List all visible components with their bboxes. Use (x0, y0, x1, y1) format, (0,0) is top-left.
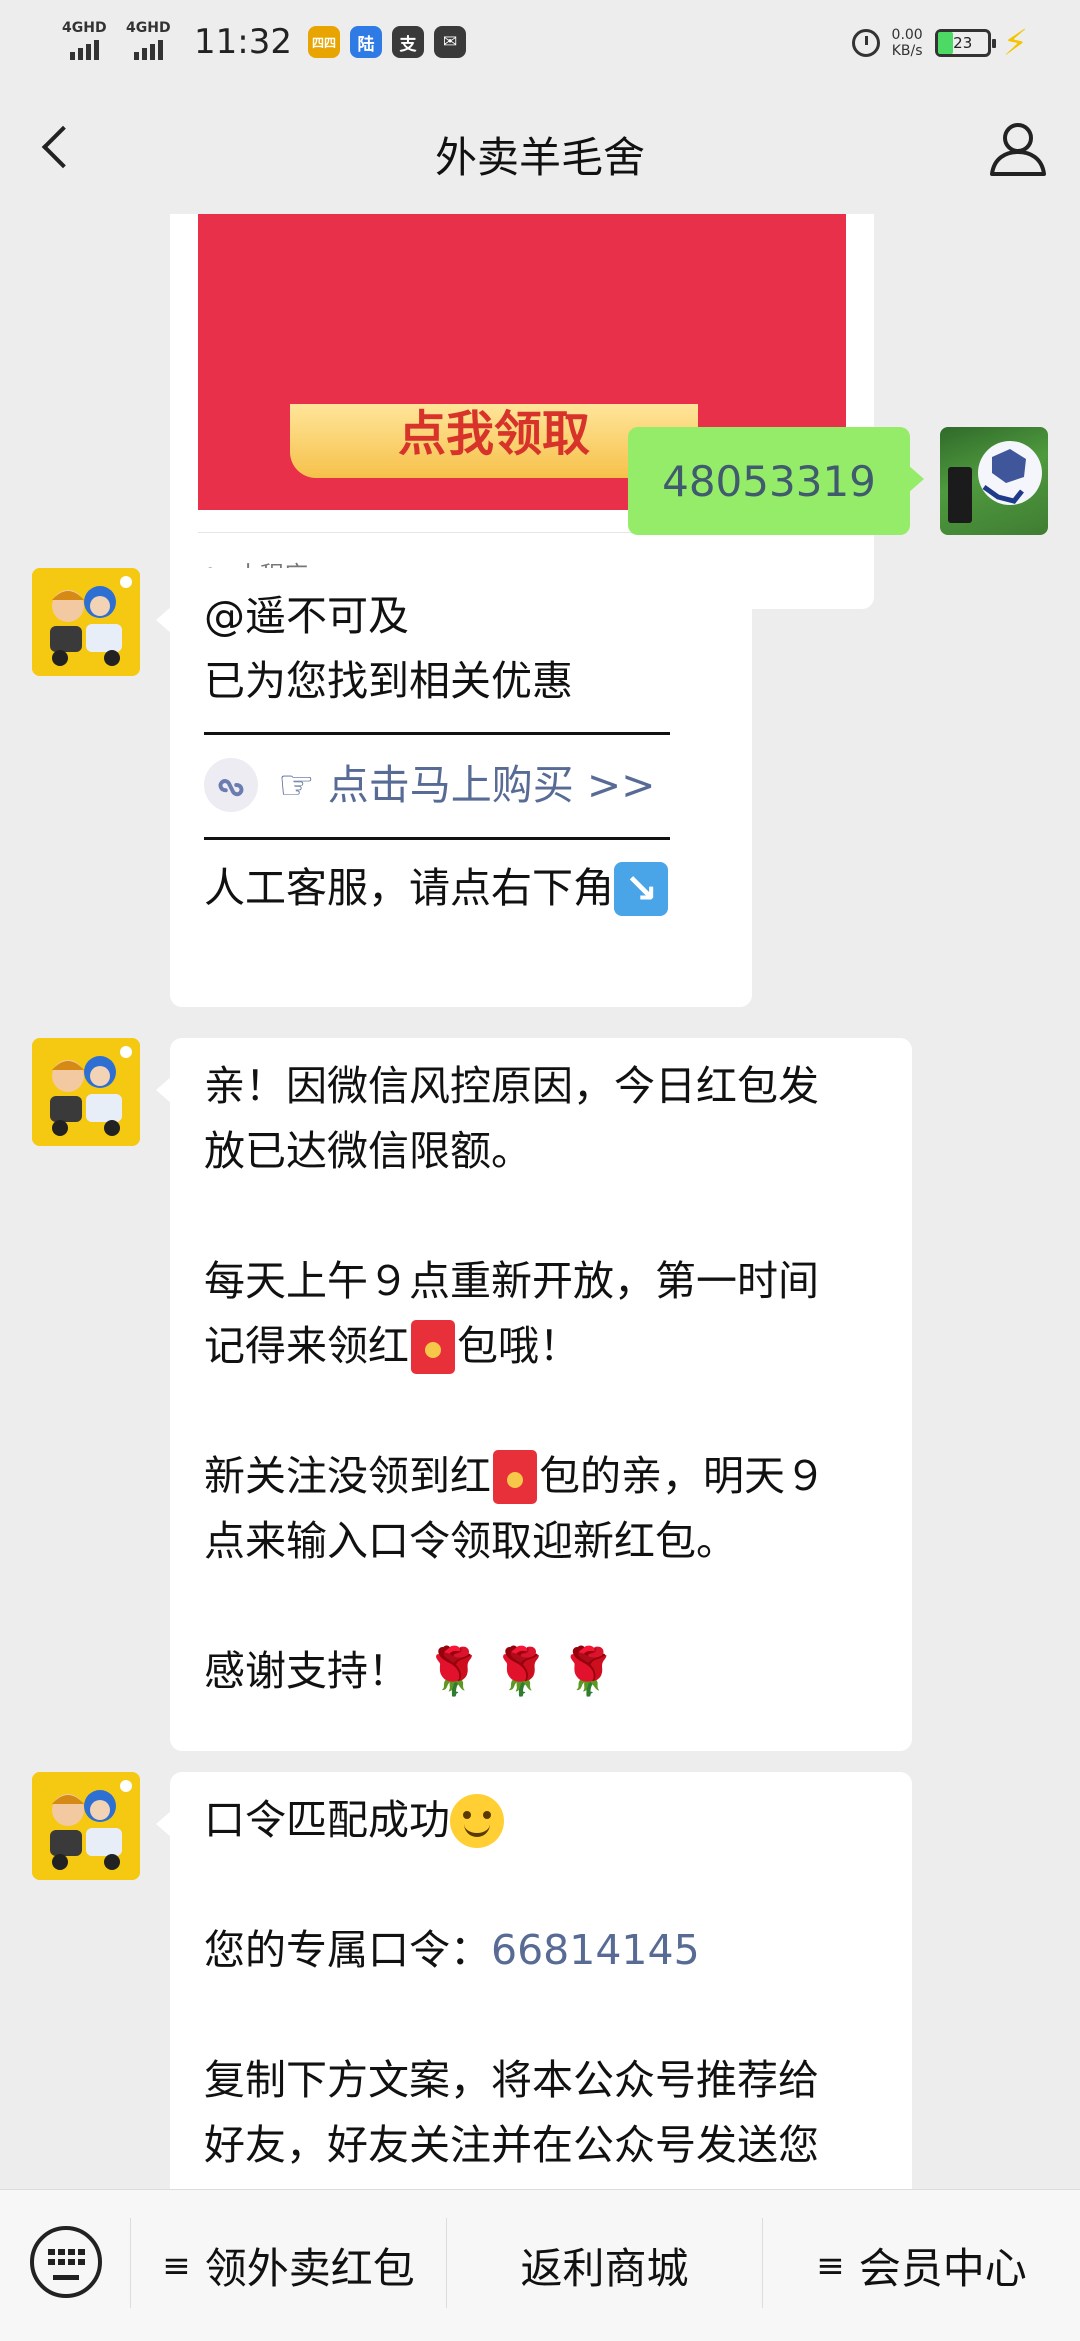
battery-icon: 23 (934, 29, 996, 57)
menu-item-fanli-shangcheng[interactable]: 返利商城 (447, 2190, 762, 2341)
buy-now-link[interactable]: ☞ 点击马上购买 >> (278, 753, 656, 818)
message-line: 放已达微信限额。 (204, 1127, 532, 1175)
message-line: 包哦！ (457, 1322, 580, 1370)
menu-hamburger-icon: ≡ (816, 2245, 845, 2286)
down-right-arrow-emoji: ↘ (614, 861, 668, 916)
red-envelope-emoji (493, 1449, 537, 1504)
message-line: 人工客服，请点右下角 (204, 864, 614, 912)
outgoing-message[interactable]: 48053319 (628, 427, 924, 535)
chat-header: 外卖羊毛舍 (0, 84, 1080, 214)
miniprogram-card[interactable]: 点我领取 小程序 (170, 214, 874, 609)
rose-emoji: 🌹 (559, 1644, 617, 1698)
jingxi-icon: 四四 (307, 26, 340, 58)
keyboard-icon (48, 2249, 85, 2265)
delivery-riders-image (32, 1772, 140, 1880)
lu-icon: 陆 (349, 26, 382, 58)
official-account-avatar[interactable] (32, 1772, 140, 1880)
message-line: 记得来领红 (204, 1322, 409, 1370)
mail-icon: ✉ (433, 26, 466, 58)
chat-messages[interactable]: 点我领取 小程序 48053319 (0, 214, 1080, 2189)
code-label: 您的专属口令： (204, 1926, 491, 1974)
delivery-riders-image (32, 568, 140, 676)
message-line: 已为您找到相关优惠 (204, 657, 573, 705)
menu-item-label: 领外卖红包 (204, 2244, 415, 2293)
exclusive-code[interactable]: 66814145 (491, 1926, 700, 1974)
message-line: 感谢支持！ (204, 1647, 409, 1695)
battery-level: 23 (953, 34, 973, 52)
menu-item-waimai-hongbao[interactable]: ≡ 领外卖红包 (131, 2190, 446, 2341)
message-line: 点来输入口令领取迎新红包。 (204, 1517, 737, 1565)
official-account-avatar[interactable] (32, 1038, 140, 1146)
keyboard-toggle-button[interactable] (30, 2226, 102, 2298)
menu-item-label: 会员中心 (858, 2244, 1027, 2293)
mention-line: @遥不可及 (204, 592, 409, 640)
network-speed: 0.00 KB/s (892, 27, 923, 59)
soccer-ball-image (948, 441, 1042, 523)
clock: 11:32 (194, 22, 292, 62)
menu-hamburger-icon: ≡ (162, 2245, 191, 2286)
red-envelope-emoji (411, 1319, 455, 1374)
profile-button[interactable] (986, 116, 1050, 180)
message-line: 复制下方文案，将本公众号推荐给 (204, 2056, 819, 2104)
official-account-avatar[interactable] (32, 568, 140, 676)
network-type-label: 4GHD (126, 20, 171, 36)
menu-item-huiyuan-zhongxin[interactable]: ≡ 会员中心 (763, 2190, 1080, 2341)
message-line: 口令匹配成功 (204, 1796, 450, 1844)
alarm-icon (851, 29, 880, 57)
network-type-label: 4GHD (62, 20, 107, 36)
status-bar: 4GHD 4GHD 11:32 四四 陆 支 ✉ 0.00 KB/s 23 ⚡ (0, 0, 1080, 84)
separator-line (204, 732, 670, 735)
rose-emoji: 🌹 (425, 1644, 483, 1698)
menu-item-label: 返利商城 (520, 2244, 689, 2293)
miniprogram-link-icon (204, 758, 258, 812)
delivery-riders-image (32, 1038, 140, 1146)
network-speed-unit: KB/s (891, 43, 923, 59)
message-line: 亲！因微信风控原因，今日红包发 (204, 1062, 819, 1110)
message-line: 新关注没领到红 (204, 1452, 491, 1500)
message-line: 好友，好友关注并在公众号发送您 (204, 2121, 819, 2169)
my-avatar[interactable] (940, 427, 1048, 535)
message-line: 包的亲，明天９ (539, 1452, 826, 1500)
reply-message[interactable]: @遥不可及 已为您找到相关优惠 ☞ 点击马上购买 >> 人工客服，请点右下角 ↘ (156, 568, 752, 1007)
bottom-menu-bar: ≡ 领外卖红包 返利商城 ≡ 会员中心 (0, 2189, 1080, 2341)
reply-message[interactable]: 口令匹配成功 您的专属口令：66814145 复制下方文案，将本公众号推荐给 好… (156, 1772, 912, 2189)
chat-title: 外卖羊毛舍 (434, 133, 645, 182)
signal-strength-icon: 4GHD (126, 20, 180, 62)
separator-line (204, 837, 670, 840)
charging-bolt-icon: ⚡ (1002, 22, 1028, 64)
signal-strength-icon: 4GHD (62, 20, 116, 62)
rose-emoji: 🌹 (492, 1644, 550, 1698)
smile-emoji (450, 1793, 504, 1848)
buy-link-row[interactable]: ☞ 点击马上购买 >> (204, 755, 718, 815)
keyboard-spacebar (53, 2275, 79, 2280)
reply-message[interactable]: 亲！因微信风控原因，今日红包发 放已达微信限额。 每天上午９点重新开放，第一时间… (156, 1038, 912, 1751)
message-line: 每天上午９点重新开放，第一时间 (204, 1257, 819, 1305)
zhi-icon: 支 (391, 26, 424, 58)
user-icon (990, 123, 1046, 176)
network-speed-value: 0.00 (891, 27, 923, 43)
